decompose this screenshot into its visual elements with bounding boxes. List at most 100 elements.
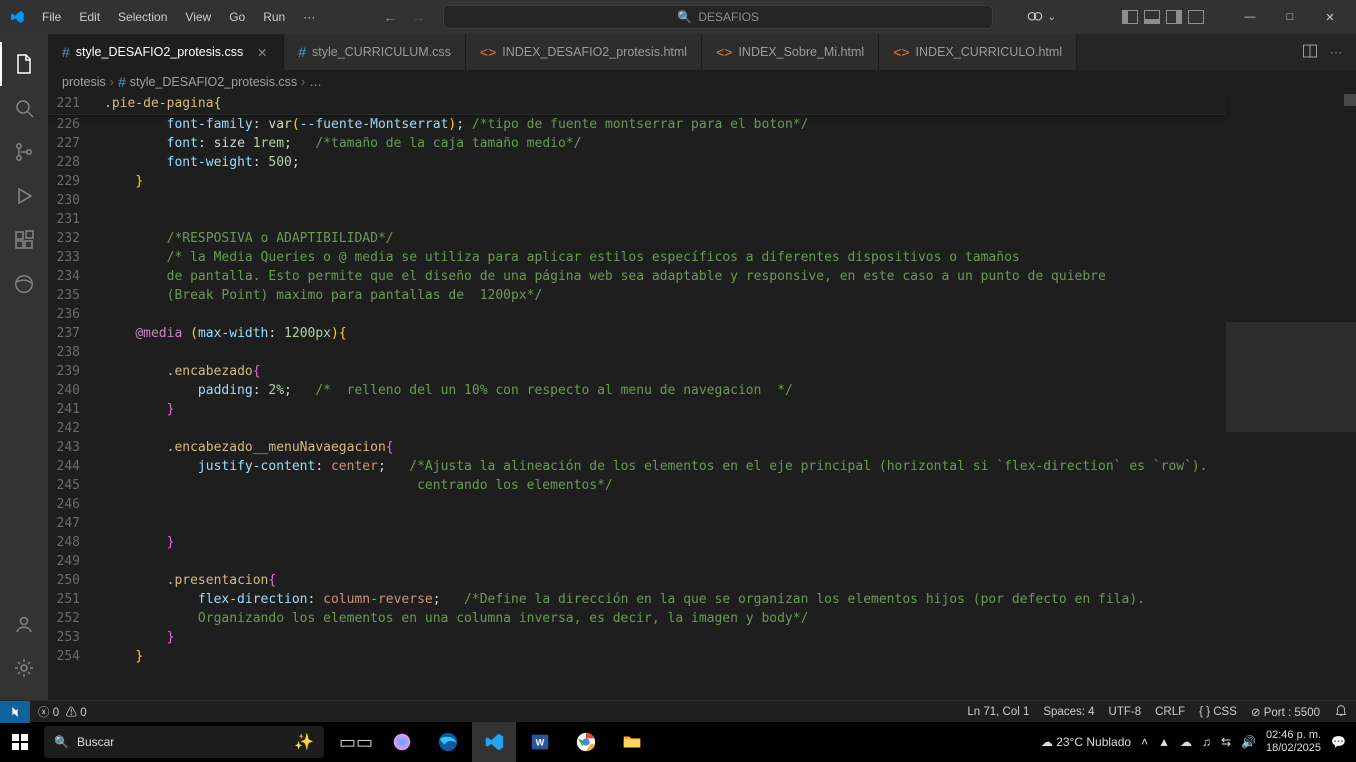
breadcrumb-file[interactable]: style_DESAFIO2_protesis.css bbox=[130, 75, 297, 89]
taskbar-search-placeholder: Buscar bbox=[77, 735, 114, 749]
scrollbar-thumb[interactable] bbox=[1344, 94, 1356, 106]
explorer-icon[interactable] bbox=[0, 42, 48, 86]
status-problems[interactable]: ⓧ 0 ⚠ 0 bbox=[38, 704, 87, 720]
css-file-icon: # bbox=[62, 44, 70, 60]
tab-style_DESAFIO2_protesis.css[interactable]: # style_DESAFIO2_protesis.css ✕ bbox=[48, 34, 284, 70]
status-bar: ⓧ 0 ⚠ 0 Ln 71, Col 1 Spaces: 4 UTF-8 CRL… bbox=[0, 700, 1356, 722]
minimap-viewport[interactable] bbox=[1226, 322, 1356, 432]
tray-chevron-icon[interactable]: ˄ bbox=[1141, 735, 1148, 749]
toggle-secondary-sidebar-icon[interactable] bbox=[1166, 10, 1182, 24]
breadcrumbs[interactable]: protesis › # style_DESAFIO2_protesis.css… bbox=[48, 70, 1356, 94]
search-icon: 🔍 bbox=[54, 735, 69, 749]
status-encoding[interactable]: UTF-8 bbox=[1109, 706, 1142, 718]
command-center-search[interactable]: 🔍 DESAFIOS bbox=[443, 5, 993, 29]
nav-back-icon[interactable]: ← bbox=[383, 9, 397, 25]
menu-selection[interactable]: Selection bbox=[110, 4, 175, 30]
weather-widget[interactable]: ☁ 23°C Nublado bbox=[1041, 735, 1131, 749]
tray-onedrive-icon[interactable]: ▲ bbox=[1158, 735, 1170, 749]
maximize-button[interactable]: □ bbox=[1270, 0, 1310, 34]
tab-style_CURRICULUM.css[interactable]: # style_CURRICULUM.css bbox=[284, 34, 466, 70]
tray-security-icon[interactable]: ☁ bbox=[1180, 735, 1192, 749]
copilot-icon bbox=[1026, 8, 1044, 26]
search-icon: 🔍 bbox=[677, 10, 692, 24]
menu-···[interactable]: ··· bbox=[295, 4, 323, 30]
edge-tools-icon[interactable] bbox=[0, 262, 48, 306]
tab-label: INDEX_CURRICULO.html bbox=[916, 45, 1063, 59]
taskbar-search[interactable]: 🔍 Buscar ✨ bbox=[44, 726, 324, 758]
accounts-icon[interactable] bbox=[0, 602, 48, 646]
editor-body[interactable]: 221 .pie-de-pagina{ 22622722822923023123… bbox=[48, 94, 1356, 700]
title-bar: FileEditSelectionViewGoRun··· ← → 🔍 DESA… bbox=[0, 0, 1356, 34]
sticky-scroll[interactable]: 221 .pie-de-pagina{ bbox=[48, 94, 1226, 115]
status-language[interactable]: { } CSS bbox=[1199, 706, 1237, 718]
notifications-tray-icon[interactable]: 💬 bbox=[1331, 735, 1346, 749]
menu-view[interactable]: View bbox=[177, 4, 219, 30]
split-editor-icon[interactable] bbox=[1302, 43, 1318, 62]
svg-text:W: W bbox=[536, 738, 545, 748]
task-view-icon[interactable]: ▭▭ bbox=[334, 722, 378, 762]
toggle-primary-sidebar-icon[interactable] bbox=[1122, 10, 1138, 24]
run-debug-icon[interactable] bbox=[0, 174, 48, 218]
notifications-icon[interactable] bbox=[1334, 703, 1348, 720]
tab-INDEX_Sobre_Mi.html[interactable]: <> INDEX_Sobre_Mi.html bbox=[702, 34, 879, 70]
html-file-icon: <> bbox=[893, 44, 909, 60]
settings-gear-icon[interactable] bbox=[0, 646, 48, 690]
tab-label: INDEX_Sobre_Mi.html bbox=[738, 45, 864, 59]
minimize-button[interactable]: ― bbox=[1230, 0, 1270, 34]
sparkle-icon: ✨ bbox=[294, 732, 314, 752]
css-file-icon: # bbox=[298, 44, 306, 60]
remote-indicator[interactable] bbox=[0, 701, 30, 723]
word-icon[interactable]: W bbox=[518, 722, 562, 762]
status-eol[interactable]: CRLF bbox=[1155, 706, 1185, 718]
status-cursor[interactable]: Ln 71, Col 1 bbox=[967, 706, 1029, 718]
start-button[interactable] bbox=[0, 722, 40, 762]
menu-edit[interactable]: Edit bbox=[71, 4, 108, 30]
copilot-taskbar-icon[interactable] bbox=[380, 722, 424, 762]
editor-tabs: # style_DESAFIO2_protesis.css ✕ # style_CURR… bbox=[48, 34, 1356, 70]
tab-INDEX_CURRICULO.html[interactable]: <> INDEX_CURRICULO.html bbox=[879, 34, 1077, 70]
css-file-icon: # bbox=[118, 74, 126, 90]
more-actions-icon[interactable]: ··· bbox=[1330, 45, 1342, 59]
extensions-icon[interactable] bbox=[0, 218, 48, 262]
customize-layout-icon[interactable] bbox=[1188, 10, 1204, 24]
source-control-icon[interactable] bbox=[0, 130, 48, 174]
tray-volume-icon[interactable]: 🔊 bbox=[1241, 735, 1256, 749]
menu-go[interactable]: Go bbox=[221, 4, 253, 30]
breadcrumb-more[interactable]: … bbox=[309, 75, 322, 89]
activity-bar bbox=[0, 34, 48, 700]
tray-language-icon[interactable]: ♫ bbox=[1202, 735, 1211, 749]
nav-forward-icon[interactable]: → bbox=[411, 9, 425, 25]
html-file-icon: <> bbox=[480, 44, 496, 60]
close-window-button[interactable]: ✕ bbox=[1310, 0, 1350, 34]
menu-run[interactable]: Run bbox=[255, 4, 293, 30]
editor-area: # style_DESAFIO2_protesis.css ✕ # style_CURR… bbox=[48, 34, 1356, 700]
search-activity-icon[interactable] bbox=[0, 86, 48, 130]
vscode-logo-icon bbox=[0, 9, 34, 25]
search-placeholder: DESAFIOS bbox=[698, 10, 759, 24]
menu-file[interactable]: File bbox=[34, 4, 69, 30]
status-liveserver[interactable]: ⊘ Port : 5500 bbox=[1251, 705, 1320, 719]
vscode-taskbar-icon[interactable] bbox=[472, 722, 516, 762]
chrome-icon[interactable] bbox=[564, 722, 608, 762]
error-icon: ⓧ bbox=[38, 707, 50, 719]
minimap[interactable] bbox=[1226, 94, 1356, 700]
toggle-panel-icon[interactable] bbox=[1144, 10, 1160, 24]
status-indent[interactable]: Spaces: 4 bbox=[1043, 706, 1094, 718]
line-gutter: 2262272282292302312322332342352362372382… bbox=[48, 115, 104, 700]
tab-label: style_DESAFIO2_protesis.css bbox=[76, 45, 243, 59]
taskbar-clock[interactable]: 02:46 p. m. 18/02/2025 bbox=[1266, 729, 1321, 755]
layout-controls bbox=[1122, 10, 1204, 24]
file-explorer-icon[interactable] bbox=[610, 722, 654, 762]
main-menu: FileEditSelectionViewGoRun··· bbox=[34, 4, 323, 30]
tab-label: INDEX_DESAFIO2_protesis.html bbox=[502, 45, 687, 59]
tab-INDEX_DESAFIO2_protesis.html[interactable]: <> INDEX_DESAFIO2_protesis.html bbox=[466, 34, 702, 70]
code-content[interactable]: font-family: var(--fuente-Montserrat); /… bbox=[104, 115, 1226, 700]
edge-icon[interactable] bbox=[426, 722, 470, 762]
close-tab-icon[interactable]: ✕ bbox=[255, 45, 269, 60]
tray-wifi-icon[interactable]: ⇆ bbox=[1221, 735, 1231, 749]
copilot-button[interactable]: ⌄ bbox=[1026, 8, 1056, 26]
windows-taskbar: 🔍 Buscar ✨ ▭▭ W ☁ 23°C Nublado ˄ ▲ ☁ ♫ ⇆… bbox=[0, 722, 1356, 762]
breadcrumb-root[interactable]: protesis bbox=[62, 75, 106, 89]
tab-label: style_CURRICULUM.css bbox=[312, 45, 451, 59]
html-file-icon: <> bbox=[716, 44, 732, 60]
